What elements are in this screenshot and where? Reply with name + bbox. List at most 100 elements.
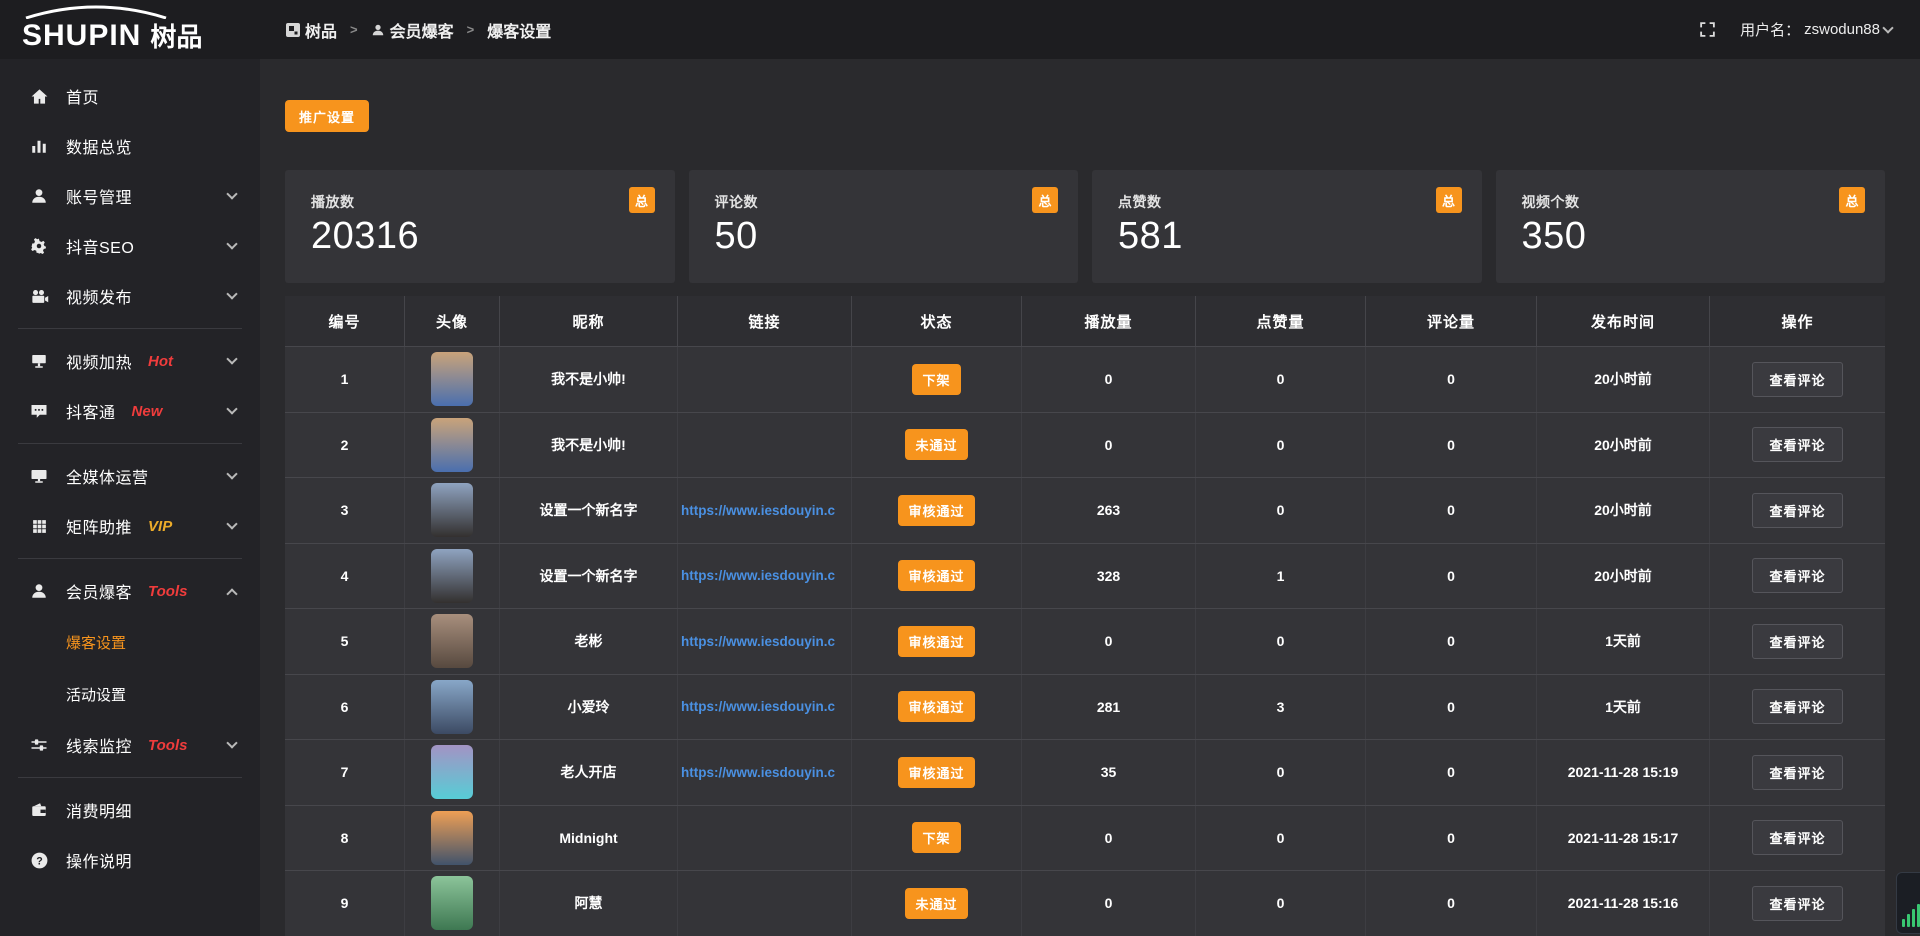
sidebar-item-label: 抖客通 (66, 399, 116, 423)
cell-likes: 0 (1196, 871, 1366, 936)
sidebar-subitem-baoke-settings[interactable]: 爆客设置 (0, 616, 260, 668)
cell-action: 查看评论 (1710, 806, 1885, 871)
sidebar-subitem-activity-settings[interactable]: 活动设置 (0, 668, 260, 720)
cell-likes: 3 (1196, 675, 1366, 740)
stat-card-plays: 播放数20316总 (285, 170, 675, 283)
avatar-image (431, 614, 473, 668)
sidebar-item-clue-monitor[interactable]: 线索监控Tools (0, 720, 260, 770)
cell-link (678, 871, 852, 936)
logo-text-cn: 树品 (150, 24, 202, 51)
view-comments-button[interactable]: 查看评论 (1752, 362, 1842, 397)
video-link[interactable]: https://www.iesdouyin.c (681, 699, 835, 714)
video-link[interactable]: https://www.iesdouyin.c (681, 568, 835, 583)
sidebar-item-tag: New (132, 403, 163, 420)
breadcrumb-section[interactable]: 会员爆客 (371, 18, 454, 42)
breadcrumb-current-label: 爆客设置 (487, 18, 551, 42)
view-comments-button[interactable]: 查看评论 (1752, 689, 1842, 724)
table-row: 5老彬https://www.iesdouyin.c审核通过0001天前查看评论 (285, 608, 1885, 674)
logo-text-en: SHUPIN (22, 21, 141, 51)
sidebar-item-video-publish[interactable]: 视频发布 (0, 271, 260, 321)
screen-icon (28, 352, 50, 370)
column-header: 评论量 (1366, 296, 1537, 346)
sidebar-item-media-operation[interactable]: 全媒体运营 (0, 451, 260, 501)
username-value: zswodun88 (1804, 21, 1880, 38)
chart-icon (28, 137, 50, 155)
view-comments-button[interactable]: 查看评论 (1752, 427, 1842, 462)
video-link[interactable]: https://www.iesdouyin.c (681, 634, 835, 649)
cell-nickname: 老人开店 (500, 740, 678, 805)
column-header: 头像 (405, 296, 500, 346)
view-comments-button[interactable]: 查看评论 (1752, 493, 1842, 528)
cell-nickname: 小爱玲 (500, 675, 678, 740)
view-comments-button[interactable]: 查看评论 (1752, 820, 1842, 855)
cell-plays: 35 (1022, 740, 1196, 805)
view-comments-button[interactable]: 查看评论 (1752, 755, 1842, 790)
breadcrumb-home[interactable]: 树品 (286, 18, 337, 42)
total-badge: 总 (1436, 187, 1462, 213)
chevron-down-icon (226, 238, 237, 249)
sidebar-item-data-overview[interactable]: 数据总览 (0, 121, 260, 171)
cell-status: 下架 (852, 806, 1022, 871)
cell-link: https://www.iesdouyin.c (678, 675, 852, 740)
breadcrumb: 树品 > 会员爆客 > 爆客设置 (286, 18, 551, 42)
cell-action: 查看评论 (1710, 675, 1885, 740)
cell-status: 审核通过 (852, 478, 1022, 543)
cell-nickname: 设置一个新名字 (500, 478, 678, 543)
cell-id: 6 (285, 675, 405, 740)
floating-assistant-widget[interactable] (1896, 872, 1920, 934)
video-link[interactable]: https://www.iesdouyin.c (681, 503, 835, 518)
table-header-row: 编号头像昵称链接状态播放量点赞量评论量发布时间操作 (285, 296, 1885, 346)
status-badge: 审核通过 (898, 757, 974, 788)
cell-plays: 263 (1022, 478, 1196, 543)
app-square-icon (286, 23, 300, 37)
sidebar-item-tag: Tools (148, 583, 187, 600)
sidebar-item-home[interactable]: 首页 (0, 71, 260, 121)
cell-id: 8 (285, 806, 405, 871)
gear-icon (28, 237, 50, 255)
sidebar-item-douyin-seo[interactable]: 抖音SEO (0, 221, 260, 271)
status-badge: 审核通过 (898, 626, 974, 657)
fullscreen-icon[interactable] (1699, 21, 1716, 38)
avatar-image (431, 418, 473, 472)
video-link[interactable]: https://www.iesdouyin.c (681, 765, 835, 780)
stat-value: 50 (715, 215, 1079, 258)
table-row: 1我不是小帅!下架00020小时前查看评论 (285, 346, 1885, 412)
breadcrumb-separator: > (350, 22, 358, 37)
cell-action: 查看评论 (1710, 871, 1885, 936)
cell-likes: 0 (1196, 478, 1366, 543)
sidebar-item-video-heat[interactable]: 视频加热Hot (0, 336, 260, 386)
view-comments-button[interactable]: 查看评论 (1752, 886, 1842, 921)
sidebar-item-operation-guide[interactable]: ?操作说明 (0, 835, 260, 885)
stat-card-comments: 评论数50总 (689, 170, 1079, 283)
breadcrumb-current: 爆客设置 (487, 18, 551, 42)
cell-comments: 0 (1366, 609, 1537, 674)
cell-time: 2021-11-28 15:19 (1537, 740, 1710, 805)
stat-label: 评论数 (715, 192, 1079, 212)
user-menu[interactable]: 用户名： zswodun88 (1740, 19, 1892, 40)
promo-settings-button[interactable]: 推广设置 (285, 100, 369, 132)
status-badge: 未通过 (905, 888, 967, 919)
sidebar-item-member-baoke[interactable]: 会员爆客Tools (0, 566, 260, 616)
sidebar-item-consume-detail[interactable]: 消费明细 (0, 785, 260, 835)
sidebar-item-account-manage[interactable]: 账号管理 (0, 171, 260, 221)
table-body: 1我不是小帅!下架00020小时前查看评论2我不是小帅!未通过00020小时前查… (285, 346, 1885, 936)
app-logo: SHUPIN 树品 (0, 0, 260, 59)
sidebar-item-douketong[interactable]: 抖客通 New (0, 386, 260, 436)
sidebar-item-matrix-boost[interactable]: 矩阵助推VIP (0, 501, 260, 551)
cell-likes: 0 (1196, 740, 1366, 805)
view-comments-button[interactable]: 查看评论 (1752, 558, 1842, 593)
cell-id: 7 (285, 740, 405, 805)
cell-time: 1天前 (1537, 609, 1710, 674)
cell-plays: 328 (1022, 544, 1196, 609)
cell-time: 2021-11-28 15:16 (1537, 871, 1710, 936)
cell-action: 查看评论 (1710, 544, 1885, 609)
cell-status: 审核通过 (852, 544, 1022, 609)
status-badge: 下架 (912, 822, 960, 853)
cell-avatar (405, 609, 500, 674)
view-comments-button[interactable]: 查看评论 (1752, 624, 1842, 659)
column-header: 点赞量 (1196, 296, 1366, 346)
cell-id: 5 (285, 609, 405, 674)
cell-link: https://www.iesdouyin.c (678, 478, 852, 543)
cell-avatar (405, 544, 500, 609)
username-label: 用户名： (1740, 19, 1800, 40)
